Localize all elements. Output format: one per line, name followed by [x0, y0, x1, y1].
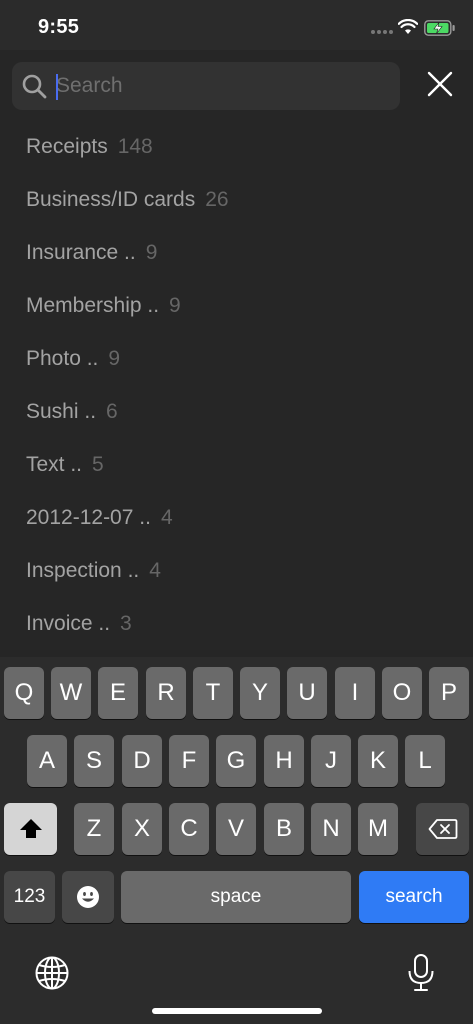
list-item[interactable]: Insurance .. 9 — [0, 226, 473, 279]
tag-count: 5 — [92, 452, 104, 476]
list-item[interactable]: Text .. 5 — [0, 438, 473, 491]
cellular-signal-icon — [371, 30, 393, 34]
tag-name: Text .. — [26, 452, 83, 476]
key-a[interactable]: A — [27, 735, 67, 787]
tag-name: Insurance .. — [26, 240, 136, 264]
key-d[interactable]: D — [122, 735, 162, 787]
numbers-key[interactable]: 123 — [4, 871, 55, 923]
close-icon — [427, 71, 453, 97]
tag-name: Sushi .. — [26, 399, 97, 423]
key-j[interactable]: J — [311, 735, 351, 787]
list-item[interactable]: Sushi .. 6 — [0, 385, 473, 438]
tag-count: 4 — [149, 558, 161, 582]
key-q[interactable]: Q — [4, 667, 44, 719]
tag-name: Membership .. — [26, 293, 160, 317]
key-s[interactable]: S — [74, 735, 114, 787]
tag-count: 4 — [160, 505, 173, 529]
tag-count: 9 — [169, 293, 181, 317]
space-key[interactable]: space — [121, 871, 351, 923]
key-w[interactable]: W — [51, 667, 91, 719]
status-bar: 9:55 — [0, 0, 473, 50]
tag-count: 3 — [120, 611, 132, 635]
key-g[interactable]: G — [216, 735, 256, 787]
search-field[interactable] — [12, 62, 400, 110]
key-t[interactable]: T — [193, 667, 233, 719]
backspace-key[interactable] — [416, 803, 469, 855]
shift-icon — [19, 819, 42, 838]
key-p[interactable]: P — [429, 667, 469, 719]
key-x[interactable]: X — [122, 803, 162, 855]
tag-count: 9 — [145, 240, 158, 264]
list-item[interactable]: Inspection .. 4 — [0, 544, 473, 597]
key-k[interactable]: K — [358, 735, 398, 787]
key-z[interactable]: Z — [74, 803, 114, 855]
wifi-icon — [398, 19, 418, 34]
list-item[interactable]: Receipts 148 — [0, 120, 473, 173]
emoji-key[interactable] — [62, 871, 114, 923]
key-f[interactable]: F — [169, 735, 209, 787]
key-r[interactable]: R — [146, 667, 186, 719]
key-y[interactable]: Y — [240, 667, 280, 719]
tag-count: 26 — [205, 187, 229, 211]
key-c[interactable]: C — [169, 803, 209, 855]
keyboard: Q W E R T Y U I O P A S D F G H J K L Z … — [0, 657, 473, 1024]
list-item[interactable]: Photo .. 9 — [0, 332, 473, 385]
search-bar — [0, 50, 473, 120]
tag-count: 9 — [108, 346, 121, 370]
tag-count: 6 — [106, 399, 118, 423]
tag-count: 148 — [117, 134, 153, 158]
key-u[interactable]: U — [287, 667, 327, 719]
key-l[interactable]: L — [405, 735, 445, 787]
list-item[interactable]: Business/ID cards 26 — [0, 173, 473, 226]
close-button[interactable] — [420, 64, 460, 104]
tag-name: Receipts — [26, 134, 108, 158]
home-indicator — [152, 1008, 322, 1014]
search-icon — [22, 74, 47, 99]
tag-name: Photo .. — [26, 346, 99, 370]
tag-name: Inspection .. — [26, 558, 140, 582]
list-item[interactable]: 2012-12-07 .. 4 — [0, 491, 473, 544]
screen: 9:55 Search Receipts 148 Business/ID car… — [0, 0, 473, 1024]
status-time: 9:55 — [38, 16, 80, 38]
key-i[interactable]: I — [335, 667, 375, 719]
tag-name: Business/ID cards — [26, 187, 196, 211]
list-item[interactable]: Invoice .. 3 — [0, 597, 473, 650]
battery-charging-icon — [424, 20, 455, 36]
globe-icon[interactable] — [34, 955, 70, 991]
text-caret — [56, 74, 58, 100]
shift-key[interactable] — [4, 803, 57, 855]
search-input[interactable] — [56, 70, 386, 102]
key-o[interactable]: O — [382, 667, 422, 719]
emoji-icon — [77, 886, 99, 908]
tag-name: 2012-12-07 .. — [26, 505, 151, 529]
key-e[interactable]: E — [98, 667, 138, 719]
key-v[interactable]: V — [216, 803, 256, 855]
microphone-icon[interactable] — [406, 953, 436, 993]
key-n[interactable]: N — [311, 803, 351, 855]
tag-name: Invoice .. — [26, 611, 111, 635]
search-key[interactable]: search — [359, 871, 469, 923]
list-item[interactable]: Membership .. 9 — [0, 279, 473, 332]
backspace-icon — [428, 819, 457, 839]
key-b[interactable]: B — [264, 803, 304, 855]
key-h[interactable]: H — [264, 735, 304, 787]
tag-list: Receipts 148 Business/ID cards 26 Insura… — [0, 120, 473, 650]
key-m[interactable]: M — [358, 803, 398, 855]
